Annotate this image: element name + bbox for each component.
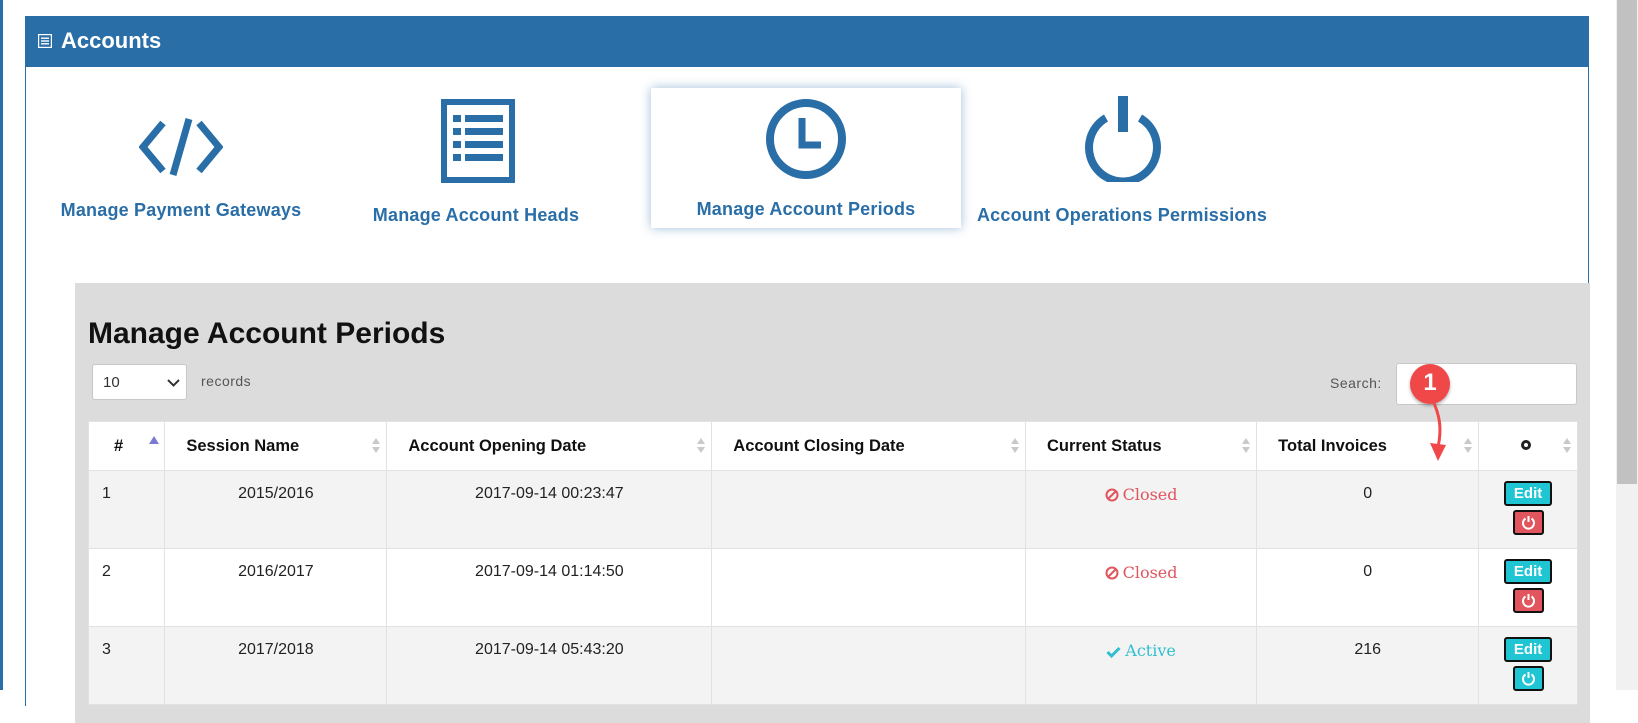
cell-actions: Edit (1478, 470, 1578, 549)
panel-title: Accounts (61, 28, 162, 53)
list-icon (441, 99, 515, 183)
power-icon (1085, 96, 1161, 182)
panel-header: Accounts (26, 17, 1588, 67)
table-row: 1 2015/2016 2017-09-14 00:23:47 Closed 0… (87, 470, 1578, 549)
tile-label: Manage Account Periods (696, 199, 916, 219)
power-icon (1521, 594, 1535, 608)
power-icon (1521, 516, 1535, 530)
cell-session: 2016/2017 (164, 548, 388, 627)
col-header-closing-date[interactable]: Account Closing Date (711, 421, 1026, 471)
sort-icon (1242, 438, 1251, 456)
cell-actions: Edit (1478, 548, 1578, 627)
clock-icon (766, 99, 846, 179)
code-icon (139, 118, 223, 176)
page-length-value: 10 (103, 374, 120, 391)
sort-asc-icon (149, 436, 159, 444)
chevron-down-icon (167, 379, 180, 387)
section-heading: Manage Account Periods (88, 317, 446, 350)
toggle-power-button[interactable] (1512, 510, 1544, 535)
gear-icon (1521, 440, 1532, 450)
col-header-num[interactable]: # (87, 421, 166, 471)
tile-manage-account-periods[interactable]: Manage Account Periods (651, 88, 961, 228)
account-periods-table: # Session Name Account Opening Date Acco… (87, 421, 1578, 705)
page-edge (0, 0, 3, 690)
tile-manage-payment-gateways[interactable]: Manage Payment Gateways (51, 87, 311, 220)
list-alt-icon (38, 34, 52, 48)
cell-invoices: 0 (1256, 470, 1480, 549)
cell-num: 1 (87, 470, 166, 549)
cell-status: Closed (1024, 470, 1258, 549)
toggle-power-button[interactable] (1512, 666, 1544, 691)
search-label: Search: (1330, 375, 1382, 391)
table-header-row: # Session Name Account Opening Date Acco… (87, 421, 1578, 471)
toggle-power-button[interactable] (1512, 588, 1544, 613)
page-length-select[interactable]: 10 (92, 364, 187, 400)
cell-num: 3 (87, 626, 166, 705)
scrollbar-thumb[interactable] (1617, 0, 1637, 484)
tile-label: Manage Payment Gateways (60, 200, 302, 220)
cell-status: Active (1024, 626, 1258, 705)
cell-closing (711, 626, 1026, 705)
status-badge: Closed (1105, 563, 1178, 582)
cell-invoices: 0 (1256, 548, 1480, 627)
cell-opening: 2017-09-14 01:14:50 (386, 548, 713, 627)
sort-icon (1010, 438, 1019, 456)
edit-button[interactable]: Edit (1504, 481, 1553, 506)
col-header-session-name[interactable]: Session Name (164, 421, 388, 471)
col-header-actions[interactable] (1478, 421, 1578, 471)
sort-icon (1563, 438, 1571, 456)
ban-icon (1105, 566, 1119, 580)
cell-status: Closed (1024, 548, 1258, 627)
tile-label: Manage Account Heads (372, 205, 580, 225)
cell-num: 2 (87, 548, 166, 627)
sort-icon (697, 438, 706, 456)
cell-closing (711, 548, 1026, 627)
check-icon (1106, 646, 1121, 659)
tile-account-operations-permissions[interactable]: Account Operations Permissions (972, 87, 1272, 227)
table-row: 2 2016/2017 2017-09-14 01:14:50 Closed 0… (87, 548, 1578, 627)
sort-icon (372, 438, 381, 456)
cell-actions: Edit (1478, 626, 1578, 705)
tile-manage-account-heads[interactable]: Manage Account Heads (346, 87, 606, 227)
cell-opening: 2017-09-14 00:23:47 (386, 470, 713, 549)
cell-closing (711, 470, 1026, 549)
account-periods-section: Manage Account Periods 10 records Search… (75, 283, 1590, 723)
sort-icon (1464, 438, 1473, 456)
cell-session: 2015/2016 (164, 470, 388, 549)
status-badge: Active (1106, 641, 1176, 660)
accounts-panel: Accounts Manage Payment Gateways Manage … (25, 16, 1590, 723)
cell-session: 2017/2018 (164, 626, 388, 705)
table-row: 3 2017/2018 2017-09-14 05:43:20 Active 2… (87, 626, 1578, 705)
edit-button[interactable]: Edit (1504, 637, 1553, 662)
edit-button[interactable]: Edit (1504, 559, 1553, 584)
col-header-opening-date[interactable]: Account Opening Date (386, 421, 713, 471)
col-header-current-status[interactable]: Current Status (1024, 421, 1258, 471)
status-badge: Closed (1105, 485, 1178, 504)
tile-label: Account Operations Permissions (976, 205, 1268, 225)
callout-arrow-icon (1430, 398, 1446, 461)
cell-invoices: 216 (1256, 626, 1480, 705)
power-icon (1521, 672, 1535, 686)
cell-opening: 2017-09-14 05:43:20 (386, 626, 713, 705)
records-label: records (201, 373, 252, 389)
ban-icon (1105, 488, 1119, 502)
